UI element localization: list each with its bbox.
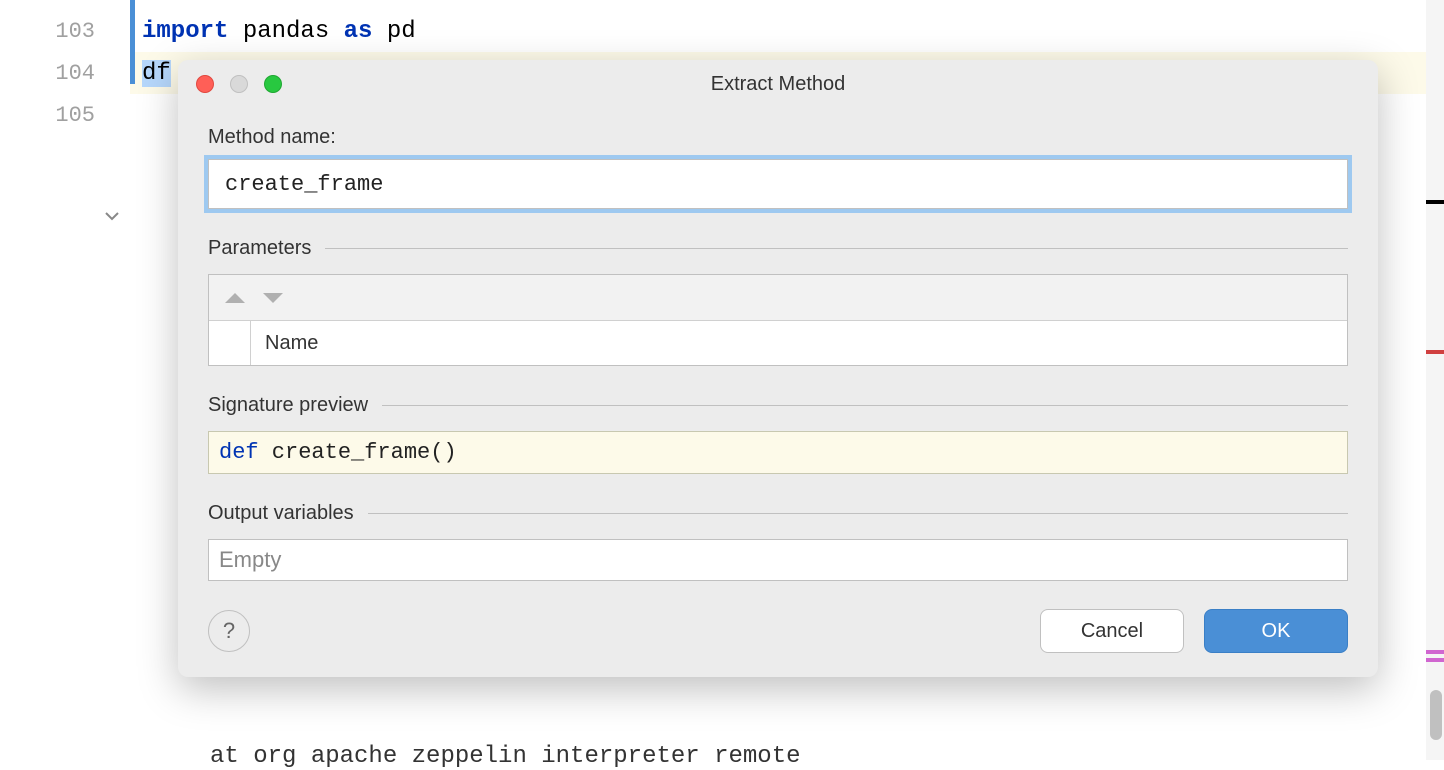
parameters-toolbar bbox=[209, 275, 1347, 321]
line-number: 103 bbox=[0, 10, 130, 52]
cancel-label: Cancel bbox=[1081, 620, 1143, 643]
signature-preview-box: def create_frame() bbox=[208, 431, 1348, 474]
help-button[interactable]: ? bbox=[208, 610, 250, 652]
dialog-titlebar[interactable]: Extract Method bbox=[178, 60, 1378, 108]
keyword: import bbox=[142, 18, 228, 45]
scroll-marker bbox=[1426, 200, 1444, 204]
ok-label: OK bbox=[1262, 620, 1291, 643]
parameters-section-header: Parameters bbox=[208, 237, 1348, 260]
help-icon: ? bbox=[223, 618, 235, 644]
output-label: Output variables bbox=[208, 502, 368, 525]
scrollbar-thumb[interactable] bbox=[1430, 690, 1442, 740]
output-section-header: Output variables bbox=[208, 502, 1348, 525]
dialog-footer: ? Cancel OK bbox=[178, 581, 1378, 653]
parameters-table: Name bbox=[208, 274, 1348, 366]
code-line-103: import pandas as pd bbox=[130, 10, 1444, 52]
extract-method-dialog: Extract Method Method name: Parameters N… bbox=[178, 60, 1378, 677]
output-variables-field: Empty bbox=[208, 539, 1348, 581]
signature-section-header: Signature preview bbox=[208, 394, 1348, 417]
move-down-icon[interactable] bbox=[263, 293, 283, 303]
params-name-header: Name bbox=[251, 321, 1347, 365]
change-marker bbox=[130, 0, 135, 84]
output-value: Empty bbox=[219, 547, 281, 573]
divider bbox=[382, 405, 1348, 406]
keyword: as bbox=[344, 18, 373, 45]
editor-gutter: 103 104 105 bbox=[0, 0, 130, 760]
signature-keyword: def bbox=[219, 440, 259, 465]
code-text: df bbox=[142, 60, 171, 87]
parameters-header-row: Name bbox=[209, 321, 1347, 365]
ok-button[interactable]: OK bbox=[1204, 609, 1348, 653]
code-text: pd bbox=[372, 18, 415, 45]
divider bbox=[325, 248, 1348, 249]
scroll-marker-error bbox=[1426, 350, 1444, 354]
parameters-label: Parameters bbox=[208, 237, 325, 260]
scroll-marker bbox=[1426, 650, 1444, 654]
editor-scrollbar-track[interactable] bbox=[1426, 0, 1444, 760]
line-number: 104 bbox=[0, 52, 130, 94]
code-text: pandas bbox=[228, 18, 343, 45]
cancel-button[interactable]: Cancel bbox=[1040, 609, 1184, 653]
divider bbox=[368, 513, 1348, 514]
params-checkbox-col bbox=[209, 321, 251, 365]
method-name-input[interactable] bbox=[208, 159, 1348, 209]
window-controls bbox=[178, 75, 282, 93]
fold-chevron-icon[interactable] bbox=[0, 136, 130, 226]
signature-label: Signature preview bbox=[208, 394, 382, 417]
method-name-label: Method name: bbox=[208, 126, 1348, 149]
close-icon[interactable] bbox=[196, 75, 214, 93]
background-text: at org apache zeppelin interpreter remot… bbox=[210, 743, 801, 770]
dialog-title: Extract Method bbox=[711, 73, 846, 96]
minimize-icon bbox=[230, 75, 248, 93]
scroll-marker bbox=[1426, 658, 1444, 662]
move-up-icon[interactable] bbox=[225, 293, 245, 303]
signature-text: create_frame() bbox=[259, 440, 457, 465]
maximize-icon[interactable] bbox=[264, 75, 282, 93]
line-number: 105 bbox=[0, 94, 130, 136]
dialog-body: Method name: Parameters Name Signature p… bbox=[178, 108, 1378, 581]
